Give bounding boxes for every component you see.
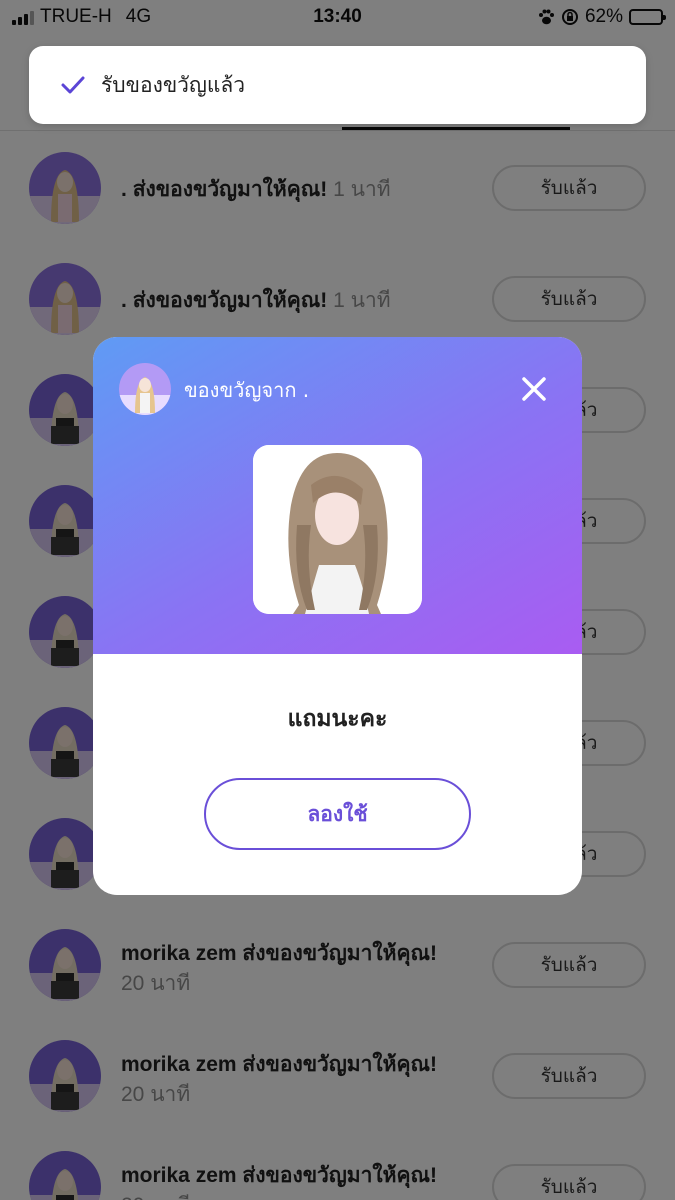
toast-message: รับของขวัญแล้ว — [101, 72, 246, 97]
gift-message: แถมนะคะ — [287, 706, 388, 732]
sender-avatar — [119, 363, 171, 415]
gift-received-toast: รับของขวัญแล้ว — [29, 46, 646, 124]
gift-modal: ของขวัญจาก . แถมนะคะ ลองใช้ — [93, 337, 582, 895]
modal-header: ของขวัญจาก . — [93, 337, 582, 654]
modal-title: ของขวัญจาก . — [184, 378, 310, 402]
close-icon[interactable] — [516, 371, 552, 407]
check-icon — [61, 76, 85, 94]
gift-item-image — [253, 445, 422, 614]
try-on-button[interactable]: ลองใช้ — [204, 778, 471, 850]
